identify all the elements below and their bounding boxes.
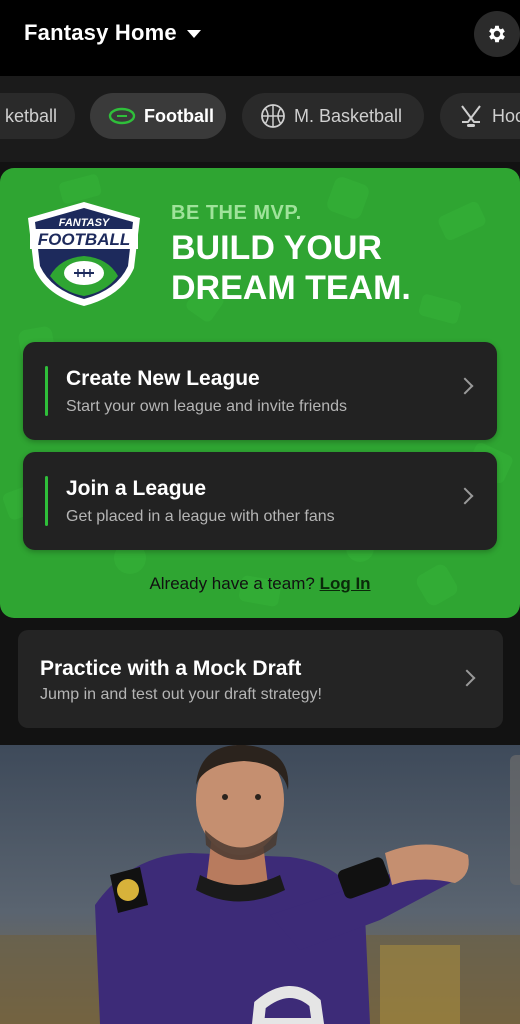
already-have-team-row: Already have a team? Log In [0,574,520,594]
fantasy-football-hero: FANTASY FOOTBALL BE THE MVP. BUILD YOUR … [0,168,520,618]
basketball-icon [261,104,285,128]
accent-bar [45,366,48,416]
join-league-title: Join a League [66,477,207,500]
tab-label: ketball [4,105,57,126]
hockey-icon [461,105,481,127]
svg-text:FOOTBALL: FOOTBALL [38,230,131,249]
tab-label: M. Basketball [294,105,403,126]
tagline-small: BE THE MVP. [171,202,302,224]
create-league-title: Create New League [66,367,260,390]
tab-label: Football [144,105,214,126]
player-photo[interactable] [0,745,520,1024]
login-link[interactable]: Log In [320,574,371,593]
already-have-team-text: Already have a team? [149,574,315,593]
settings-button[interactable] [474,11,520,57]
tab-label: Hoc [492,105,520,126]
mock-draft-button[interactable]: Practice with a Mock Draft Jump in and t… [18,630,503,728]
chevron-down-icon [186,30,201,38]
mock-draft-subtitle: Jump in and test out your draft strategy… [40,686,322,703]
gear-icon [489,25,505,43]
fantasy-home-dropdown[interactable]: Fantasy Home [24,20,201,46]
football-icon [108,107,136,125]
svg-text:FANTASY: FANTASY [59,217,111,229]
chevron-right-icon [458,669,476,687]
join-league-subtitle: Get placed in a league with other fans [66,508,335,525]
create-league-subtitle: Start your own league and invite friends [66,398,348,415]
page-title: Fantasy Home [24,20,177,45]
chevron-right-icon [456,377,474,395]
tab-m-basketball[interactable]: M. Basketball [242,93,424,139]
tab-basketball[interactable]: ketball [0,93,75,139]
sport-tabs: ketball Football M. Basketball Hoc [0,76,520,162]
join-league-button[interactable]: Join a League Get placed in a league wit… [23,452,497,550]
top-header: Fantasy Home [0,0,520,76]
tab-hockey[interactable]: Hoc [440,93,520,139]
scrollbar-handle[interactable] [510,755,520,885]
tagline-headline: BUILD YOUR DREAM TEAM. [171,229,411,307]
accent-bar [45,476,48,526]
tab-football[interactable]: Football [90,93,226,139]
fantasy-football-logo: FANTASY FOOTBALL [28,202,140,306]
mock-draft-title: Practice with a Mock Draft [40,657,302,680]
create-league-button[interactable]: Create New League Start your own league … [23,342,497,440]
chevron-right-icon [456,487,474,505]
